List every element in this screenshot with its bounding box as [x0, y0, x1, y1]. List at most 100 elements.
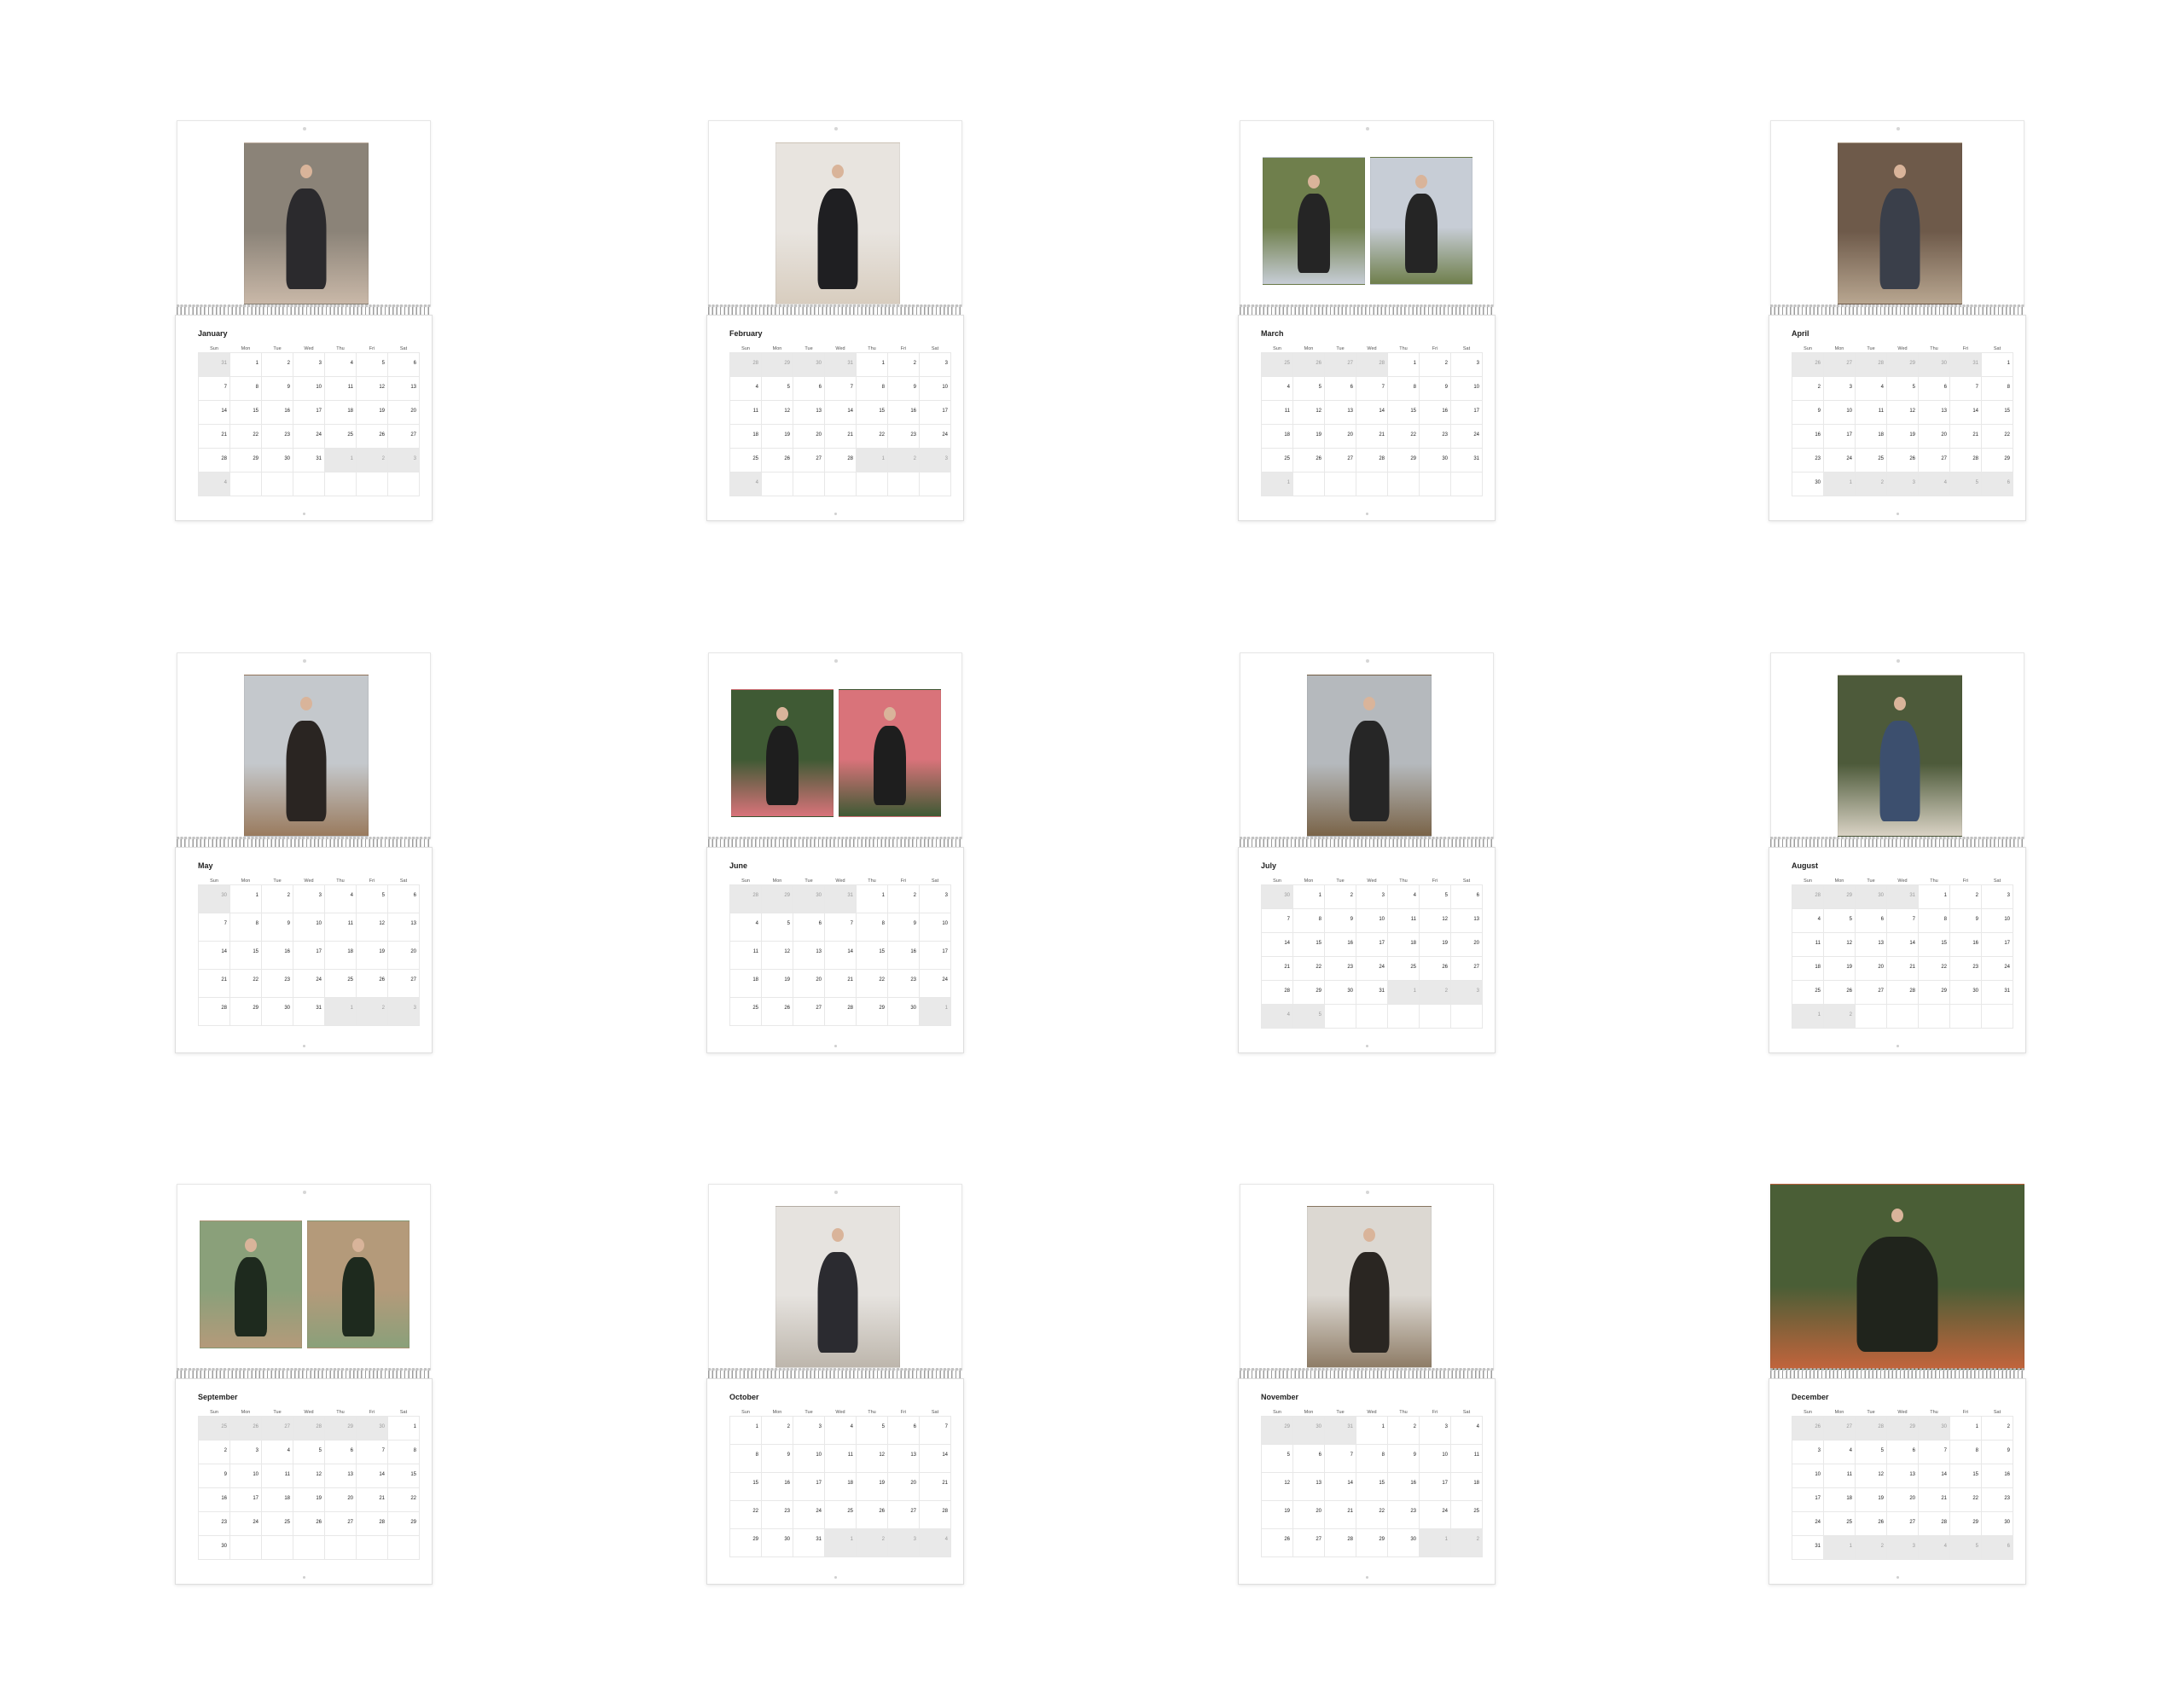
day-cell: 28 — [1324, 1528, 1356, 1557]
day-cell: 5 — [761, 913, 793, 942]
week-row: 4 — [729, 472, 951, 496]
day-cell — [761, 472, 793, 496]
day-cell — [856, 472, 888, 496]
weekday-label: Sun — [1804, 878, 1812, 884]
day-number: 30 — [379, 1424, 385, 1429]
day-cell: 8 — [856, 376, 888, 401]
week-row: 24 25 26 27 28 29 30 — [1792, 1511, 2013, 1536]
day-cell: 11 — [729, 941, 762, 970]
photo-sheet — [1240, 652, 1494, 838]
day-cell: 3 — [387, 997, 420, 1026]
day-cell: 16 — [761, 1472, 793, 1501]
calendar-page-february: February Sun Mon Tue Wed Thu Fri Sat 28 29 30 31 1 2 3… — [705, 120, 966, 521]
day-number: 18 — [1878, 432, 1884, 438]
day-cell — [1450, 1004, 1483, 1029]
day-cell: 22 — [856, 424, 888, 449]
day-number: 25 — [347, 432, 353, 438]
weekday-label: Wed — [304, 878, 314, 884]
day-cell: 30 — [1387, 1528, 1420, 1557]
day-number: 8 — [255, 921, 258, 926]
day-cell: 23 — [1387, 1500, 1420, 1529]
day-cell: 14 — [824, 941, 857, 970]
day-cell: 19 — [293, 1487, 325, 1512]
weekday-label: Fri — [369, 878, 375, 884]
day-number: 30 — [284, 456, 290, 461]
day-number: 17 — [816, 1481, 822, 1486]
week-row: 30 1 2 3 4 5 6 — [1792, 472, 2013, 496]
day-cell: 4 — [261, 1440, 293, 1464]
day-cell: 20 — [793, 424, 825, 449]
day-number: 26 — [784, 1006, 790, 1011]
weekday-label: Thu — [336, 1410, 345, 1415]
day-number: 12 — [1316, 409, 1321, 414]
footer-dot — [1896, 1045, 1899, 1047]
month-day-grid: Sun Mon Tue Wed Thu Fri Sat 28 29 30 31 1 2 3 4 5 6 7 8 9 10… — [729, 878, 951, 1026]
day-number: 1 — [1318, 893, 1321, 898]
day-cell: 25 — [1855, 448, 1887, 472]
week-row: 23 24 25 26 27 28 29 — [1792, 448, 2013, 472]
day-cell: 29 — [1886, 352, 1919, 377]
day-number: 6 — [1943, 385, 1947, 390]
day-number: 5 — [318, 1448, 322, 1453]
weekday-label: Tue — [1867, 346, 1875, 351]
week-row: 28 29 30 31 1 2 3 — [729, 884, 951, 913]
day-number: 5 — [1444, 893, 1448, 898]
day-number: 17 — [1442, 1481, 1448, 1486]
day-cell: 3 — [887, 1528, 920, 1557]
day-cell: 3 — [1450, 352, 1483, 377]
day-cell: 5 — [1949, 1535, 1982, 1560]
day-number: 28 — [1878, 1424, 1884, 1429]
day-cell: 7 — [1356, 376, 1388, 401]
model-head — [1308, 175, 1320, 188]
day-number: 14 — [847, 949, 853, 954]
day-cell: 1 — [324, 997, 357, 1026]
model-head — [300, 697, 312, 710]
day-cell: 22 — [1387, 424, 1420, 449]
day-cell: 13 — [387, 376, 420, 401]
day-cell: 2 — [887, 448, 920, 472]
day-number: 3 — [413, 1006, 416, 1011]
day-cell: 2 — [887, 352, 920, 377]
day-cell: 29 — [1261, 1416, 1293, 1445]
model-head — [245, 1238, 257, 1252]
day-number: 29 — [1410, 456, 1416, 461]
weekday-label: Fri — [1432, 1410, 1438, 1415]
footer-dot — [834, 1045, 837, 1047]
month-title: April — [1792, 329, 1809, 338]
photo-sheet — [708, 120, 962, 306]
day-number: 12 — [879, 1452, 885, 1458]
day-cell: 4 — [1387, 884, 1420, 909]
day-cell: 3 — [1450, 980, 1483, 1005]
day-cell — [1324, 472, 1356, 496]
calendar-page-may: May Sun Mon Tue Wed Thu Fri Sat 30 1 2 3 4 5 6 7 8 9 10 11 1… — [173, 652, 434, 1053]
day-cell — [1324, 1004, 1356, 1029]
day-number: 30 — [1347, 988, 1353, 994]
day-cell: 1 — [1387, 980, 1420, 1005]
weekday-label: Fri — [1432, 346, 1438, 351]
day-cell: 16 — [198, 1487, 230, 1512]
weekday-label: Fri — [1962, 878, 1969, 884]
day-number: 1 — [881, 456, 885, 461]
day-cell: 7 — [919, 1416, 951, 1445]
day-cell: 6 — [1324, 376, 1356, 401]
day-cell: 8 — [1981, 376, 2013, 401]
week-row: 28 29 30 31 1 2 3 — [729, 352, 951, 377]
weekday-label: Tue — [273, 1410, 282, 1415]
calendar-page-march: March Sun Mon Tue Wed Thu Fri Sat 25 26 27 28 1 2 3 4 5 6… — [1236, 120, 1497, 521]
week-row: 30 — [198, 1535, 420, 1560]
calendar-page-september: September Sun Mon Tue Wed Thu Fri Sat 25 26 27 28 29… — [173, 1184, 434, 1585]
day-cell: 9 — [1792, 400, 1824, 425]
day-cell: 31 — [293, 997, 325, 1026]
day-number: 10 — [316, 921, 322, 926]
day-number: 26 — [1284, 1537, 1290, 1542]
day-number: 12 — [316, 1472, 322, 1477]
weekday-label: Sat — [1462, 346, 1471, 351]
day-number: 17 — [1379, 941, 1385, 946]
week-row: 45 — [1261, 1004, 1483, 1029]
day-cell: 24 — [1792, 1511, 1824, 1536]
month-day-grid: Sun Mon Tue Wed Thu Fri Sat 1 2 3 4 5 6 7 8 9 10 11 12 13 14… — [729, 1409, 951, 1557]
day-number: 9 — [913, 921, 916, 926]
day-cell: 11 — [729, 400, 762, 425]
day-number: 10 — [816, 1452, 822, 1458]
day-number: 19 — [1316, 432, 1321, 438]
